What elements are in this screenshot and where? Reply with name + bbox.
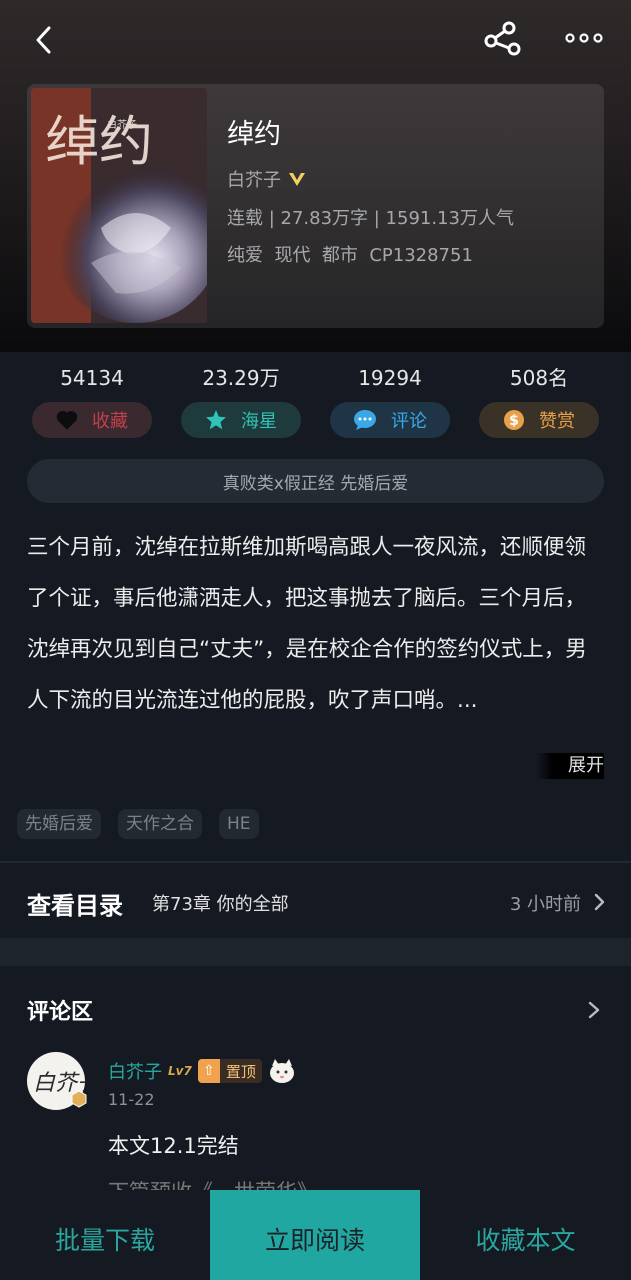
- book-meta: 连载 | 27.83万字 | 1591.13万人气: [227, 208, 514, 229]
- comment-label: 评论: [391, 411, 427, 432]
- verified-v-icon: [289, 173, 305, 186]
- update-time: 3 小时前: [509, 894, 581, 915]
- level-badge: Lv7: [168, 1064, 192, 1078]
- author-badge-icon: [71, 1090, 87, 1108]
- stats-row: 54134 收藏 23.29万 海星 19294 评论 508名 $ 赞赏: [0, 362, 631, 442]
- section-gap: [0, 938, 631, 966]
- book-author[interactable]: 白芥子: [227, 166, 307, 192]
- reward-button[interactable]: $ 赞赏: [479, 402, 599, 438]
- heart-icon: [56, 411, 78, 430]
- rewards-count: 508名: [509, 366, 569, 390]
- stat-rewards: 508名 $ 赞赏: [479, 362, 599, 438]
- favorites-count: 54134: [60, 366, 124, 390]
- stat-favorites: 54134 收藏: [32, 362, 152, 438]
- comment-author: 白芥子 Lv7 ⇧ 置顶: [108, 1058, 296, 1084]
- more-dots-icon: [565, 33, 603, 43]
- table-of-contents-row[interactable]: 查看目录 第73章 你的全部 3 小时前: [0, 870, 631, 936]
- starfish-label: 海星: [241, 411, 277, 432]
- toc-title: 查看目录: [27, 892, 123, 920]
- pin-top-icon: ⇧: [197, 1059, 220, 1083]
- book-category-tags: 纯爱 现代 都市 CP1328751: [227, 245, 473, 266]
- tag-item[interactable]: 先婚后爱: [17, 809, 101, 839]
- comment-date: 11-22: [108, 1090, 155, 1109]
- back-button[interactable]: [22, 18, 66, 62]
- tag-item[interactable]: HE: [219, 809, 259, 839]
- batch-download-button[interactable]: 批量下载: [0, 1190, 210, 1280]
- comments-count: 19294: [358, 366, 422, 390]
- tag-item[interactable]: 天作之合: [118, 809, 202, 839]
- author-name[interactable]: 白芥子: [227, 166, 281, 192]
- share-icon: [484, 21, 521, 56]
- chat-bubble-icon: [354, 410, 376, 430]
- share-button[interactable]: [480, 16, 526, 62]
- svg-text:$: $: [509, 413, 519, 429]
- favorite-button[interactable]: 收藏: [32, 402, 152, 438]
- chevron-left-icon: [36, 26, 51, 54]
- coin-icon: $: [504, 410, 524, 430]
- book-info-card: 绰约 白芥子 绰约 白芥子 连载 | 27.83万字 | 1591.13万人气 …: [27, 84, 604, 328]
- comments-more-chevron-icon[interactable]: [582, 996, 606, 1024]
- pinned-badge: ⇧ 置顶: [197, 1059, 262, 1083]
- pinned-label: 置顶: [225, 1062, 256, 1081]
- intro-banner: 真败类x假正经 先婚后爱: [27, 459, 604, 503]
- bottom-action-bar: 批量下载 立即阅读 收藏本文: [0, 1190, 631, 1280]
- comment-text: 本文12.1完结: [108, 1134, 239, 1158]
- starfish-button[interactable]: 海星: [181, 402, 301, 438]
- latest-chapter: 第73章 你的全部: [152, 894, 289, 915]
- collect-book-button[interactable]: 收藏本文: [420, 1190, 631, 1280]
- cover-author-text: 白芥子: [107, 118, 137, 131]
- stat-comments: 19294 评论: [330, 362, 450, 438]
- stat-starfish: 23.29万 海星: [181, 362, 301, 438]
- cover-artwork: 绰约 白芥子: [31, 88, 207, 323]
- more-options-button[interactable]: [560, 18, 608, 58]
- favorite-label: 收藏: [92, 411, 128, 432]
- cat-sticker-icon: [269, 1059, 294, 1083]
- star-icon: [206, 410, 226, 430]
- book-title: 绰约: [227, 119, 281, 150]
- section-divider: [0, 861, 631, 863]
- starfish-count: 23.29万: [202, 366, 280, 390]
- synopsis-text: 三个月前，沈绰在拉斯维加斯喝高跟人一夜风流，还顺便领了个证，事后他潇洒走人，把这…: [27, 535, 587, 713]
- book-cover[interactable]: 绰约 白芥子: [31, 88, 207, 323]
- top-bar: [0, 0, 631, 80]
- comment-section-title: 评论区: [27, 1000, 94, 1025]
- comment-button[interactable]: 评论: [330, 402, 450, 438]
- comment-username[interactable]: 白芥子: [108, 1058, 162, 1084]
- reward-label: 赞赏: [539, 411, 575, 432]
- tag-list: 先婚后爱 天作之合 HE: [17, 809, 259, 839]
- read-now-button[interactable]: 立即阅读: [210, 1190, 420, 1280]
- expand-button[interactable]: 展开: [536, 753, 604, 779]
- chevron-right-icon: [594, 893, 605, 911]
